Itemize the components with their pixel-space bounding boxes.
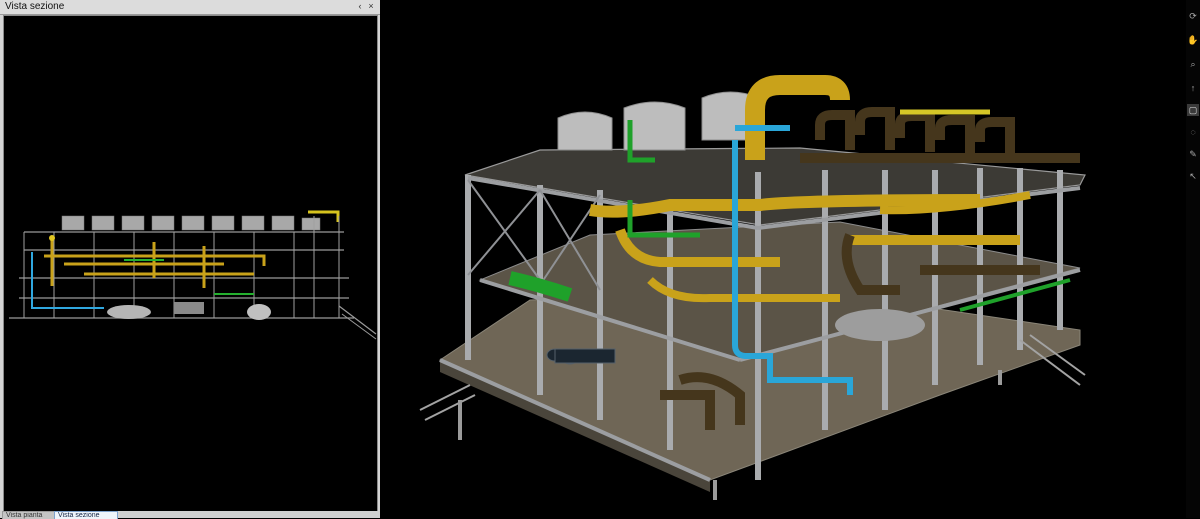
arrow-up-icon[interactable]: ↑ xyxy=(1187,82,1199,94)
section-view-panel: Vista sezione ‹ × Vista pianta Vista sez… xyxy=(0,0,380,519)
close-icon[interactable]: × xyxy=(366,1,376,11)
select-icon[interactable]: ▢ xyxy=(1187,104,1199,116)
panel-title-bar[interactable]: Vista sezione ‹ × xyxy=(0,0,380,15)
top-tanks xyxy=(557,91,761,151)
yellow-pipework xyxy=(44,238,266,288)
lower-dark-pipes xyxy=(546,348,616,365)
view-toolbar: ⟳ ✋ ⌕ ↑ ▢ ◌ ✎ ↖ xyxy=(1186,0,1200,518)
zoom-icon[interactable]: ⌕ xyxy=(1187,58,1199,70)
section-elevation-drawing xyxy=(9,210,377,340)
panel-title: Vista sezione xyxy=(5,1,65,12)
3d-viewport[interactable] xyxy=(380,0,1186,518)
pan-hand-icon[interactable]: ✋ xyxy=(1187,34,1199,46)
pen-icon[interactable]: ✎ xyxy=(1187,148,1199,160)
rotate-icon[interactable]: ⟳ xyxy=(1187,10,1199,22)
pin-icon[interactable]: ‹ xyxy=(355,1,365,11)
orbit-icon[interactable]: ◌ xyxy=(1187,126,1199,138)
plant-3d-model xyxy=(419,75,1086,500)
cursor-icon[interactable]: ↖ xyxy=(1187,170,1199,182)
tank-row xyxy=(61,215,321,231)
view-tabs: Vista pianta Vista sezione xyxy=(0,511,380,519)
section-view-canvas[interactable] xyxy=(3,15,378,514)
